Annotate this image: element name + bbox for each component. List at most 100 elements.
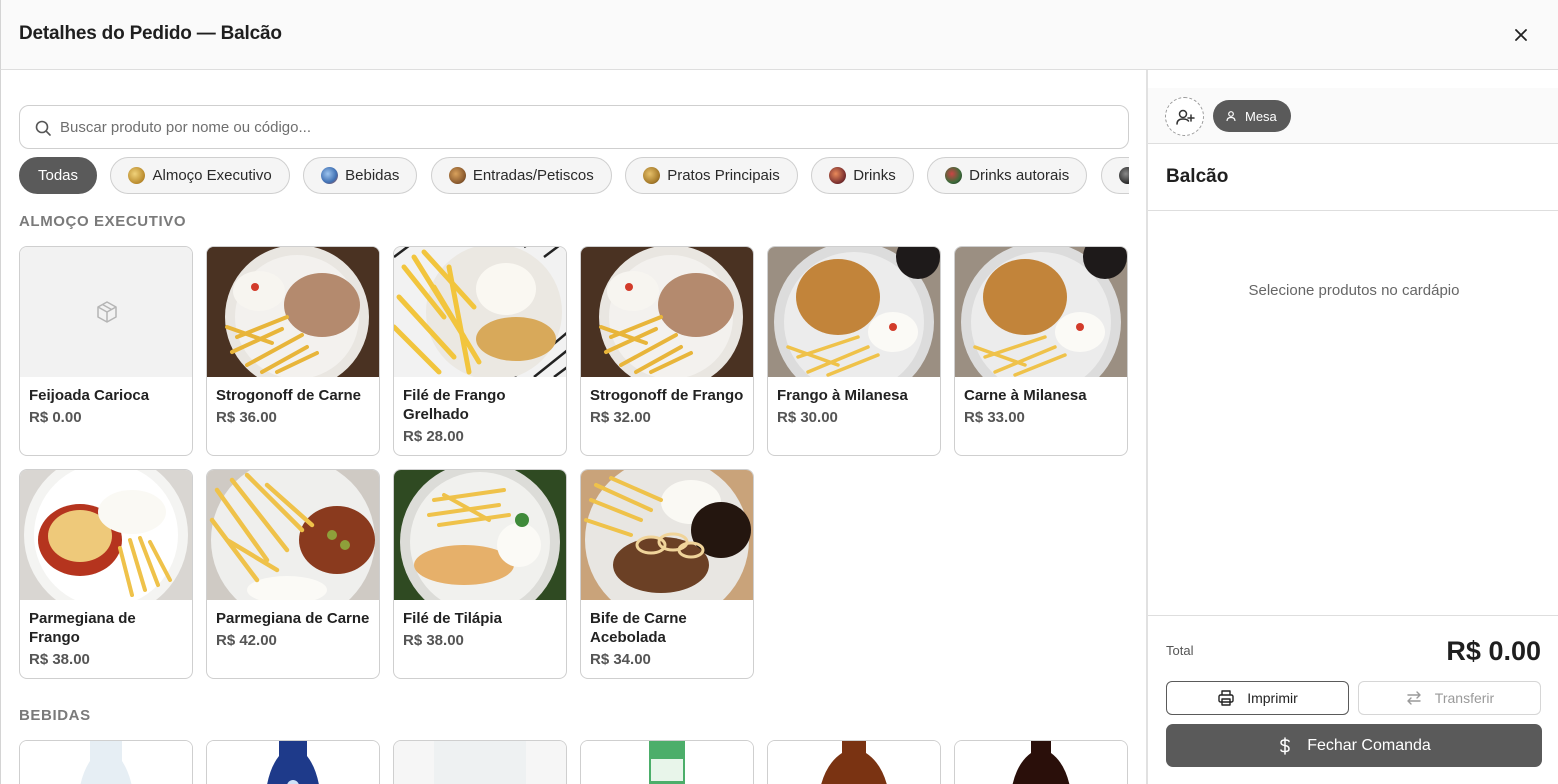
chip-label: Entradas/Petiscos: [472, 167, 594, 184]
category-thumbnail-icon: [945, 167, 963, 184]
product-card[interactable]: Parmegiana de Carne R$ 42.00: [206, 469, 380, 679]
product-price: R$ 0.00: [29, 409, 82, 426]
product-name: Filé de Tilápia R$ 38.00: [403, 609, 558, 650]
total-value: R$ 0.00: [1446, 636, 1541, 666]
product-card[interactable]: [19, 740, 193, 784]
box-icon: [97, 301, 117, 323]
category-thumbnail-icon: [321, 167, 339, 184]
product-card[interactable]: Frango à Milanesa R$ 30.00: [767, 246, 941, 456]
category-thumbnail-icon: [829, 167, 847, 184]
product-image: [207, 470, 379, 600]
product-card[interactable]: [580, 740, 754, 784]
product-price: R$ 28.00: [403, 428, 464, 445]
menu-panel: Todas Almoço Executivo Bebidas Entradas/…: [0, 70, 1146, 784]
empty-order-message: Selecione produtos no cardápio: [1248, 282, 1460, 299]
category-chip-drinks[interactable]: Drinks: [811, 157, 914, 194]
product-image: [394, 470, 566, 600]
mesa-label: Mesa: [1245, 108, 1277, 124]
product-card[interactable]: Bife de Carne Acebolada R$ 34.00: [580, 469, 754, 679]
category-chip-entradas-petiscos[interactable]: Entradas/Petiscos: [430, 157, 612, 194]
product-name: Carne à Milanesa R$ 33.00: [964, 386, 1119, 427]
product-card[interactable]: Parmegiana de Frango R$ 38.00: [19, 469, 193, 679]
user-plus-icon: [1176, 109, 1195, 125]
product-image: [20, 470, 192, 600]
print-label: Imprimir: [1247, 690, 1298, 706]
product-card[interactable]: [954, 740, 1128, 784]
modal-header: Detalhes do Pedido — Balcão: [0, 0, 1558, 70]
close-order-button[interactable]: Fechar Comanda: [1166, 724, 1542, 767]
dollar-icon: [1280, 736, 1290, 755]
transfer-label: Transferir: [1434, 690, 1495, 706]
product-image: [581, 470, 753, 600]
print-button[interactable]: Imprimir: [1166, 681, 1349, 715]
chip-label: Almoço Executivo: [152, 167, 272, 184]
divider: [1148, 210, 1558, 211]
product-price: R$ 38.00: [29, 651, 90, 668]
product-card[interactable]: Filé de Tilápia R$ 38.00: [393, 469, 567, 679]
divider: [1148, 615, 1558, 616]
product-image: [20, 741, 192, 784]
product-image: [955, 247, 1127, 377]
search-bar: [19, 105, 1129, 149]
product-price: R$ 33.00: [964, 409, 1025, 426]
category-chip-almoco-executivo[interactable]: Almoço Executivo: [110, 157, 290, 194]
product-name: Strogonoff de Carne R$ 36.00: [216, 386, 371, 427]
category-chips: Todas Almoço Executivo Bebidas Entradas/…: [19, 157, 1129, 195]
search-icon: [35, 120, 51, 136]
product-price: R$ 30.00: [777, 409, 838, 426]
product-card[interactable]: [393, 740, 567, 784]
product-card[interactable]: Carne à Milanesa R$ 33.00: [954, 246, 1128, 456]
product-price: R$ 32.00: [590, 409, 651, 426]
product-card[interactable]: Strogonoff de Frango R$ 32.00: [580, 246, 754, 456]
product-image: [394, 247, 566, 377]
close-button[interactable]: [1510, 24, 1532, 46]
user-icon: [1226, 111, 1236, 122]
product-card[interactable]: [767, 740, 941, 784]
total-label: Total: [1166, 643, 1194, 658]
product-name: Parmegiana de Carne R$ 42.00: [216, 610, 370, 649]
chip-label: Todas: [38, 167, 79, 184]
chip-label: Pratos Principais: [667, 167, 780, 184]
category-chip-pratos-principais[interactable]: Pratos Principais: [625, 157, 798, 194]
product-image: [768, 247, 940, 377]
product-image: [955, 741, 1127, 784]
product-name: Strogonoff de Frango R$ 32.00: [590, 387, 744, 426]
category-thumbnail-icon: [643, 167, 661, 184]
close-order-label: Fechar Comanda: [1307, 736, 1431, 754]
printer-icon: [1218, 690, 1234, 706]
product-image-placeholder: [20, 247, 192, 377]
category-chip-todas[interactable]: Todas: [19, 157, 98, 194]
close-icon: [1515, 29, 1527, 41]
product-name: Bife de Carne Acebolada R$ 34.00: [590, 609, 745, 669]
order-name: Balcão: [1166, 166, 1229, 187]
transfer-icon: [1407, 691, 1421, 705]
transfer-button[interactable]: Transferir: [1358, 681, 1541, 715]
product-card[interactable]: [206, 740, 380, 784]
product-image: [207, 247, 379, 377]
product-name: Parmegiana de Frango R$ 38.00: [29, 609, 184, 669]
section-title-bebidas: BEBIDAS: [19, 707, 91, 724]
product-price: R$ 38.00: [403, 632, 464, 649]
product-name: Feijoada Carioca R$ 0.00: [29, 386, 184, 427]
category-chip-vinhos[interactable]: Vi: [1100, 157, 1129, 194]
category-thumbnail-icon: [1118, 167, 1129, 184]
product-image: [207, 741, 379, 784]
product-price: R$ 42.00: [216, 632, 277, 649]
category-chip-drinks-autorais[interactable]: Drinks autorais: [927, 157, 1088, 194]
product-image: [768, 741, 940, 784]
chip-label: Bebidas: [345, 167, 400, 184]
product-card[interactable]: Feijoada Carioca R$ 0.00: [19, 246, 193, 456]
product-card[interactable]: Filé de Frango Grelhado R$ 28.00: [393, 246, 567, 456]
chip-label: Drinks autorais: [969, 167, 1070, 184]
product-image: [581, 741, 753, 784]
search-input[interactable]: [60, 106, 1110, 148]
order-toolbar: Mesa: [1148, 88, 1558, 144]
category-chip-bebidas[interactable]: Bebidas: [303, 157, 418, 194]
add-customer-button[interactable]: [1165, 97, 1204, 136]
product-image: [394, 741, 566, 784]
mesa-chip[interactable]: Mesa: [1213, 100, 1291, 132]
category-thumbnail-icon: [128, 167, 146, 184]
product-card[interactable]: Strogonoff de Carne R$ 36.00: [206, 246, 380, 456]
section-title-almoco: ALMOÇO EXECUTIVO: [19, 213, 187, 230]
order-panel: Mesa Balcão Selecione produtos no cardáp…: [1146, 70, 1558, 784]
